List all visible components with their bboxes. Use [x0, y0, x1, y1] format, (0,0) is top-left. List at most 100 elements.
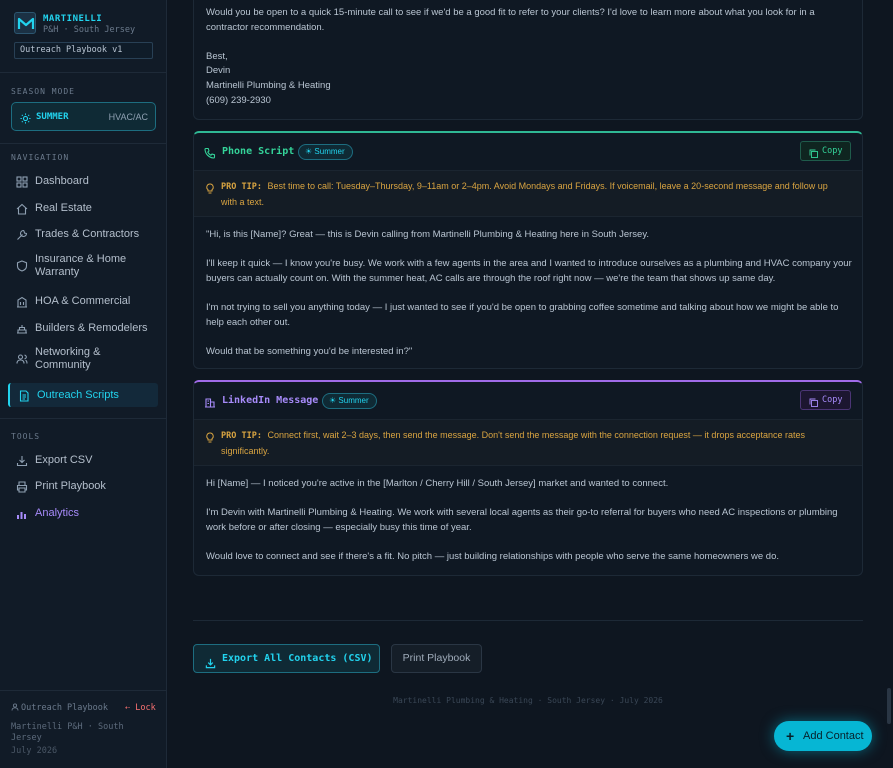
copy-icon	[809, 147, 818, 158]
brand-subtitle: P&H · South Jersey	[43, 25, 136, 35]
pro-tip: PRO TIP: Best time to call: Tuesday–Thur…	[194, 170, 862, 217]
print-playbook-button[interactable]: Print Playbook	[391, 644, 482, 673]
export-contacts-button[interactable]: Export All Contacts (CSV)	[193, 644, 380, 673]
brand-title: MARTINELLI	[43, 14, 103, 24]
sidebar-item-label: Trades & Contractors	[35, 228, 140, 240]
divider	[0, 418, 167, 419]
season-mode-toggle[interactable]: SUMMER HVAC/AC	[11, 102, 156, 131]
sidebar-item-builders-remodelers[interactable]: Builders & Remodelers	[8, 316, 158, 340]
script-paragraph: "Hi, is this [Name]? Great — this is Dev…	[206, 229, 650, 240]
sidebar-item-label: Builders & Remodelers	[35, 322, 148, 334]
sidebar-item-analytics[interactable]: Analytics	[8, 501, 158, 525]
add-contact-label: Add Contact	[803, 730, 864, 742]
divider	[0, 72, 167, 73]
user-icon	[11, 703, 19, 711]
email-signoff: Best,	[206, 50, 228, 62]
users-icon	[16, 352, 28, 364]
lightbulb-icon	[205, 430, 215, 443]
season-mode-sub: HVAC/AC	[108, 112, 148, 122]
sidebar-item-export-csv[interactable]: Export CSV	[8, 448, 158, 472]
script-paragraph: I'll keep it quick — I know you're busy.…	[206, 258, 852, 284]
email-signature-company: Martinelli Plumbing & Heating	[206, 79, 331, 91]
lightbulb-icon	[205, 181, 215, 194]
email-paragraph: Would you be open to a quick 15-minute c…	[206, 7, 815, 33]
sidebar-item-dashboard[interactable]: Dashboard	[8, 169, 158, 193]
download-icon	[205, 653, 216, 669]
building-icon	[204, 395, 216, 408]
sidebar-item-label: Dashboard	[35, 175, 89, 187]
pro-tip-content: Best time to call: Tuesday–Thursday, 9–1…	[221, 181, 828, 207]
copy-button[interactable]: Copy	[800, 141, 851, 161]
email-signature-phone: (609) 239-2930	[206, 94, 271, 106]
document-icon	[18, 389, 30, 402]
season-mode-value: SUMMER	[36, 112, 69, 122]
sidebar-footer-playbook: Outreach Playbook	[11, 703, 108, 713]
season-tag: ☀ Summer	[322, 393, 377, 409]
email-script-card: Would you be open to a quick 15-minute c…	[193, 0, 863, 120]
add-contact-button[interactable]: + Add Contact	[774, 721, 872, 751]
lock-button[interactable]: ⇠ Lock	[125, 703, 156, 713]
card-header: LinkedIn Message ☀ Summer Copy	[194, 382, 862, 419]
linkedin-message-body: Hi [Name] — I noticed you're active in t…	[206, 477, 852, 565]
sidebar-item-insurance-warranty[interactable]: Insurance & Home Warranty	[8, 250, 158, 280]
sidebar-item-label: Analytics	[35, 507, 80, 519]
grid-icon	[16, 175, 28, 188]
copy-label: Copy	[822, 395, 843, 405]
divider	[0, 690, 167, 691]
pro-tip-content: Connect first, wait 2–3 days, then send …	[221, 430, 805, 456]
sidebar-footer-date: July 2026	[11, 746, 58, 756]
message-paragraph: Would love to connect and see if there's…	[206, 550, 780, 562]
copy-label: Copy	[822, 146, 843, 156]
logo-icon	[14, 12, 36, 34]
playbook-label: Outreach Playbook	[21, 703, 108, 713]
copy-icon	[809, 396, 818, 407]
linkedin-message-card: LinkedIn Message ☀ Summer Copy PRO TIP: …	[193, 380, 863, 576]
season-tag: ☀ Summer	[298, 144, 353, 160]
logout-icon: ⇠	[125, 703, 131, 713]
bar-chart-icon	[16, 507, 28, 519]
sidebar-item-label: Real Estate	[35, 202, 92, 214]
sun-icon	[20, 111, 31, 124]
wrench-icon	[16, 228, 28, 240]
sidebar-item-hoa-commercial[interactable]: HOA & Commercial	[8, 289, 158, 313]
sidebar: MARTINELLI P&H · South Jersey Outreach P…	[0, 0, 167, 768]
sidebar-item-networking-community[interactable]: Networking & Community	[8, 343, 158, 373]
printer-icon	[16, 480, 28, 493]
tools-label: TOOLS	[11, 432, 41, 441]
pro-tip-text: PRO TIP: Connect first, wait 2–3 days, t…	[221, 428, 846, 458]
sidebar-item-label: HOA & Commercial	[35, 295, 131, 307]
sidebar-item-outreach-scripts[interactable]: Outreach Scripts	[8, 383, 158, 407]
card-title: Phone Script	[222, 146, 295, 157]
card-header: Phone Script ☀ Summer Copy	[194, 133, 862, 170]
hammer-icon	[16, 322, 28, 334]
phone-script-body: "Hi, is this [Name]? Great — this is Dev…	[206, 228, 852, 359]
sidebar-item-label: Outreach Scripts	[37, 389, 119, 401]
season-tag-label: Summer	[314, 147, 345, 156]
sidebar-item-print-playbook[interactable]: Print Playbook	[8, 474, 158, 498]
navigation-label: NAVIGATION	[11, 153, 70, 162]
pro-tip-label: PRO TIP:	[221, 431, 262, 441]
plus-icon: +	[786, 728, 795, 744]
copy-button[interactable]: Copy	[800, 390, 851, 410]
phone-icon	[204, 146, 216, 159]
sidebar-item-label: Insurance & Home Warranty	[35, 253, 127, 278]
script-paragraph: Would that be something you'd be interes…	[206, 345, 413, 357]
page-footer: Martinelli Plumbing & Heating · South Je…	[393, 696, 663, 705]
email-body: Would you be open to a quick 15-minute c…	[206, 6, 852, 108]
phone-script-card: Phone Script ☀ Summer Copy PRO TIP: Best…	[193, 131, 863, 369]
sidebar-item-real-estate[interactable]: Real Estate	[8, 196, 158, 220]
building-icon	[16, 295, 28, 308]
lock-label: Lock	[135, 703, 156, 713]
sidebar-item-label: Export CSV	[35, 454, 93, 466]
scrollbar[interactable]	[887, 688, 891, 724]
divider	[193, 620, 863, 621]
sidebar-footer-company: Martinelli P&H · South Jersey	[11, 722, 124, 743]
message-paragraph: Hi [Name] — I noticed you're active in t…	[206, 478, 669, 489]
sidebar-item-label: Print Playbook	[35, 480, 106, 492]
sidebar-item-trades-contractors[interactable]: Trades & Contractors	[8, 222, 158, 246]
shield-icon	[16, 259, 28, 272]
card-title: LinkedIn Message	[222, 395, 319, 406]
download-icon	[16, 454, 28, 467]
pro-tip-label: PRO TIP:	[221, 182, 262, 192]
season-tag-label: Summer	[338, 396, 369, 405]
